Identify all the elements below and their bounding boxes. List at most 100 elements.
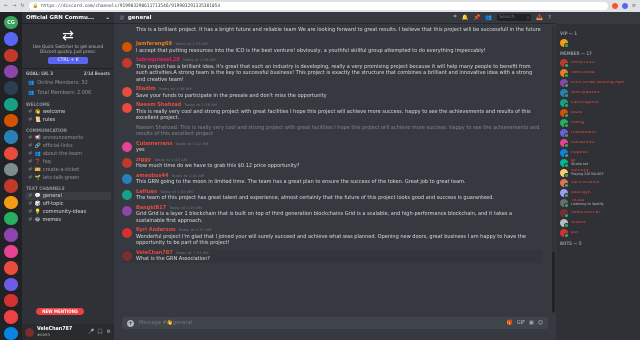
avatar[interactable]: [122, 87, 132, 97]
channel-item[interactable]: # 🎫 create-a-ticket: [25, 166, 111, 174]
pin-icon[interactable]: 📌: [474, 15, 481, 21]
server-icon[interactable]: [4, 163, 18, 177]
message-author[interactable]: Lalfuan: [136, 189, 157, 195]
member-item[interactable]: AFADT255: [560, 58, 636, 68]
message[interactable]: Naeem Shahzad: This is really very cool …: [122, 125, 542, 138]
channel-item[interactable]: # 🎲 off-topic: [25, 200, 111, 208]
channel-item[interactable]: # 👥 about-the-team: [25, 150, 111, 158]
channel-item[interactable]: # 😂 memes: [25, 216, 111, 224]
server-icon[interactable]: [4, 130, 18, 144]
ctrl-k-button[interactable]: CTRL + K: [48, 57, 88, 64]
member-item[interactable]: Lanshigaind: [560, 98, 636, 108]
channel-item[interactable]: # 🌱 lets-talk-green: [25, 174, 111, 182]
inbox-icon[interactable]: 📥: [536, 15, 543, 21]
message-author[interactable]: fabroquiaseL28: [136, 57, 180, 63]
scrollbar-thumb[interactable]: [552, 252, 555, 312]
brave-shield-icon[interactable]: [611, 3, 618, 9]
server-icon[interactable]: [4, 32, 18, 46]
avatar[interactable]: [122, 42, 132, 52]
channel-item[interactable]: # 👋 welcome: [25, 108, 111, 116]
server-icon[interactable]: [4, 244, 18, 259]
threads-icon[interactable]: ⌗: [454, 14, 457, 21]
emoji-icon[interactable]: ☺: [538, 320, 543, 326]
message[interactable]: Jamferang69 Today at 1:35 AM I accept that…: [122, 41, 542, 54]
search-input[interactable]: Search ⌕: [497, 14, 532, 21]
server-icon[interactable]: [4, 228, 18, 242]
message-author[interactable]: Cutemerrans: [136, 141, 172, 147]
boost-goal[interactable]: GOAL: LVL 3 2/14 Boosts: [22, 69, 114, 78]
message-composer[interactable]: + Message #👋general 🎁 GIF ▣ ☺: [122, 317, 548, 329]
channel-item[interactable]: # 📢 announcements: [25, 134, 111, 142]
server-icon[interactable]: [4, 195, 18, 210]
server-icon[interactable]: [4, 81, 18, 95]
member-item[interactable]: nopetis: [560, 148, 636, 158]
message-author[interactable]: ameobus44: [136, 173, 168, 179]
server-header[interactable]: Official GRN Commu... ⌄: [22, 12, 114, 24]
server-icon[interactable]: CG: [4, 16, 18, 30]
members-icon[interactable]: 👥: [485, 15, 492, 21]
add-attachment-icon[interactable]: +: [127, 319, 134, 327]
sticker-icon[interactable]: ▣: [529, 320, 534, 326]
back-icon[interactable]: ←: [4, 3, 8, 9]
channel-item[interactable]: # ❓ faq: [25, 158, 111, 166]
member-item[interactable]: gr Studio set: [560, 158, 636, 168]
category-header[interactable]: COMMUNICATION: [22, 124, 114, 134]
message[interactable]: Kyri Anderson Today at 2:57 AM Wonderful p…: [122, 227, 542, 247]
message[interactable]: ziggy Today at 1:43 AM How much time do we…: [122, 157, 542, 170]
server-icon[interactable]: [4, 65, 18, 79]
message-author[interactable]: Jamferang69: [136, 41, 172, 47]
avatar[interactable]: [122, 173, 132, 184]
server-icon[interactable]: [4, 261, 18, 275]
message[interactable]: VeleChan787 Today at 7:07 AM What is the G…: [122, 249, 542, 263]
message-author[interactable]: VeleChan787: [136, 250, 173, 256]
message[interactable]: Diadim Today at 1:36 AM Save your funds to…: [122, 86, 542, 99]
member-item[interactable]: VeleChan787: [560, 208, 636, 218]
gear-icon[interactable]: ⚙: [107, 329, 111, 335]
member-item[interactable]: ammybox44: [560, 88, 636, 98]
server-icon[interactable]: [4, 293, 18, 308]
server-icon[interactable]: [4, 179, 18, 193]
channel-item[interactable]: # 💬 general: [25, 192, 111, 200]
member-item[interactable]: maxwealth: [560, 128, 636, 138]
message[interactable]: Lalfuan Today at 1:45 AM The team of this …: [122, 189, 542, 202]
message[interactable]: Naeem Shahzad Today at 1:38 AM This is rea…: [122, 102, 542, 122]
message-author[interactable]: Diadim: [136, 86, 156, 92]
message[interactable]: fabroquiaseL28 Today at 1:36 AM This proje…: [122, 57, 542, 83]
avatar[interactable]: [122, 205, 132, 216]
avatar[interactable]: [25, 327, 34, 337]
avatar[interactable]: [122, 189, 132, 200]
member-item[interactable]: Rafia2030: [560, 138, 636, 148]
forward-icon[interactable]: →: [12, 3, 16, 9]
avatar[interactable]: [122, 228, 132, 238]
avatar[interactable]: [122, 250, 132, 261]
server-icon[interactable]: [4, 310, 18, 324]
url-bar[interactable]: 🔒 https://discord.com/channels/919903290…: [28, 2, 608, 10]
member-item[interactable]: saurajyit: [560, 188, 636, 198]
avatar[interactable]: [122, 103, 132, 113]
menu-icon[interactable]: ≡: [632, 3, 636, 9]
server-icon[interactable]: [4, 97, 18, 112]
avatar[interactable]: [122, 58, 132, 68]
bell-icon[interactable]: 🔔: [462, 15, 469, 21]
member-item[interactable]: Tirato Listening to Spotify: [560, 198, 636, 208]
message[interactable]: BangkiB17 Today at 2:05 AM Grid Grid is a …: [122, 205, 542, 225]
member-item[interactable]: sara finance: [560, 178, 636, 188]
member-item[interactable]: meng: [560, 118, 636, 128]
message-author[interactable]: BangkiB17: [136, 205, 166, 211]
member-item[interactable]: [560, 38, 636, 48]
message-author[interactable]: Naeem Shahzad: [136, 102, 181, 108]
microphone-icon[interactable]: 🎤: [88, 329, 94, 335]
gift-icon[interactable]: 🎁: [507, 320, 513, 326]
message[interactable]: This is a brilliant project. It has a br…: [122, 27, 542, 38]
message-author[interactable]: ziggy: [136, 157, 151, 163]
gif-icon[interactable]: GIF: [517, 320, 525, 326]
message[interactable]: ameobus44 Today at 1:44 AM This GRN going …: [122, 173, 542, 186]
server-icon[interactable]: [4, 212, 18, 226]
server-icon[interactable]: [4, 48, 18, 63]
reload-icon[interactable]: ↻: [20, 3, 24, 9]
headphones-icon[interactable]: 🎧: [97, 329, 103, 335]
avatar[interactable]: [122, 157, 132, 168]
scrollbar[interactable]: [552, 26, 555, 314]
message-author[interactable]: Kyri Anderson: [136, 227, 176, 233]
category-header[interactable]: WELCOME: [22, 98, 114, 108]
